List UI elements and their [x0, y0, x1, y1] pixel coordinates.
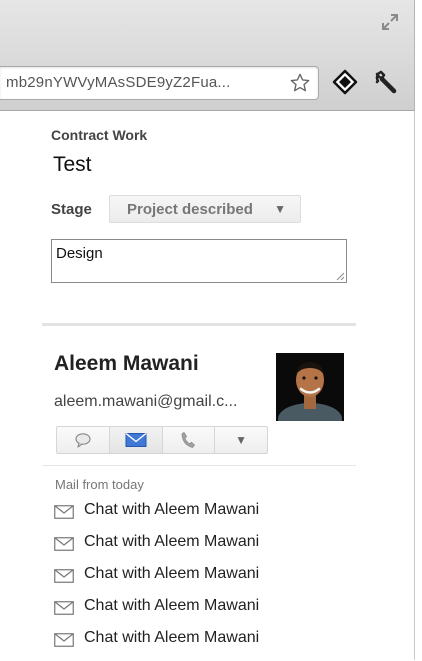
more-actions-button[interactable]: ▼ — [215, 427, 267, 453]
stage-label: Stage — [51, 201, 92, 218]
mail-list-item[interactable]: Chat with Aleem Mawani — [54, 565, 259, 597]
chat-bubble-icon — [75, 433, 91, 448]
dropdown-caret-icon: ▼ — [274, 202, 286, 216]
envelope-icon — [54, 633, 74, 647]
email-button[interactable] — [109, 427, 163, 453]
mail-list: Chat with Aleem Mawani Chat with Aleem M… — [54, 501, 259, 661]
mail-heading: Mail from today — [55, 477, 144, 492]
section-label: Contract Work — [51, 127, 148, 143]
chat-button[interactable] — [57, 427, 110, 453]
mail-item-label[interactable]: Chat with Aleem Mawani — [84, 533, 259, 551]
address-bar-text[interactable]: mb29nYWVyMAsSDE9yZ2Fua... — [6, 74, 231, 91]
contact-name: Aleem Mawani — [54, 352, 199, 375]
address-bar[interactable]: mb29nYWVyMAsSDE9yZ2Fua... — [0, 66, 319, 100]
envelope-icon — [54, 537, 74, 551]
section-divider — [42, 323, 356, 326]
notes-textarea[interactable]: Design — [51, 239, 347, 283]
mail-list-item[interactable]: Chat with Aleem Mawani — [54, 501, 259, 533]
expand-icon[interactable] — [380, 12, 400, 32]
wrench-icon[interactable] — [373, 69, 399, 95]
envelope-icon — [54, 601, 74, 615]
envelope-icon — [54, 505, 74, 519]
record-title: Test — [53, 153, 92, 176]
sidebar-panel: Contract Work Test Stage Project describ… — [0, 111, 415, 660]
envelope-icon — [125, 432, 147, 447]
contact-actions: ▼ — [56, 426, 268, 454]
mail-list-item[interactable]: Chat with Aleem Mawani — [54, 533, 259, 565]
envelope-icon — [54, 569, 74, 583]
mail-item-label[interactable]: Chat with Aleem Mawani — [84, 501, 259, 519]
contact-email[interactable]: aleem.mawani@gmail.c... — [54, 393, 269, 411]
mail-item-label[interactable]: Chat with Aleem Mawani — [84, 629, 259, 647]
mail-item-label[interactable]: Chat with Aleem Mawani — [84, 597, 259, 615]
avatar — [276, 353, 344, 421]
mail-list-item[interactable]: Chat with Aleem Mawani — [54, 597, 259, 629]
divider — [42, 465, 356, 466]
stage-dropdown[interactable]: Project described ▼ — [109, 195, 301, 223]
call-button[interactable] — [163, 427, 216, 453]
mail-item-label[interactable]: Chat with Aleem Mawani — [84, 565, 259, 583]
resize-grip-icon[interactable] — [335, 271, 345, 281]
browser-toolbar: mb29nYWVyMAsSDE9yZ2Fua... — [0, 0, 415, 111]
phone-icon — [181, 432, 196, 448]
stage-dropdown-value: Project described — [127, 201, 253, 218]
mail-list-item[interactable]: Chat with Aleem Mawani — [54, 629, 259, 661]
notes-text[interactable]: Design — [56, 245, 103, 262]
star-icon[interactable] — [289, 72, 311, 94]
extension-icon[interactable] — [332, 69, 358, 95]
chevron-down-icon: ▼ — [235, 433, 248, 447]
